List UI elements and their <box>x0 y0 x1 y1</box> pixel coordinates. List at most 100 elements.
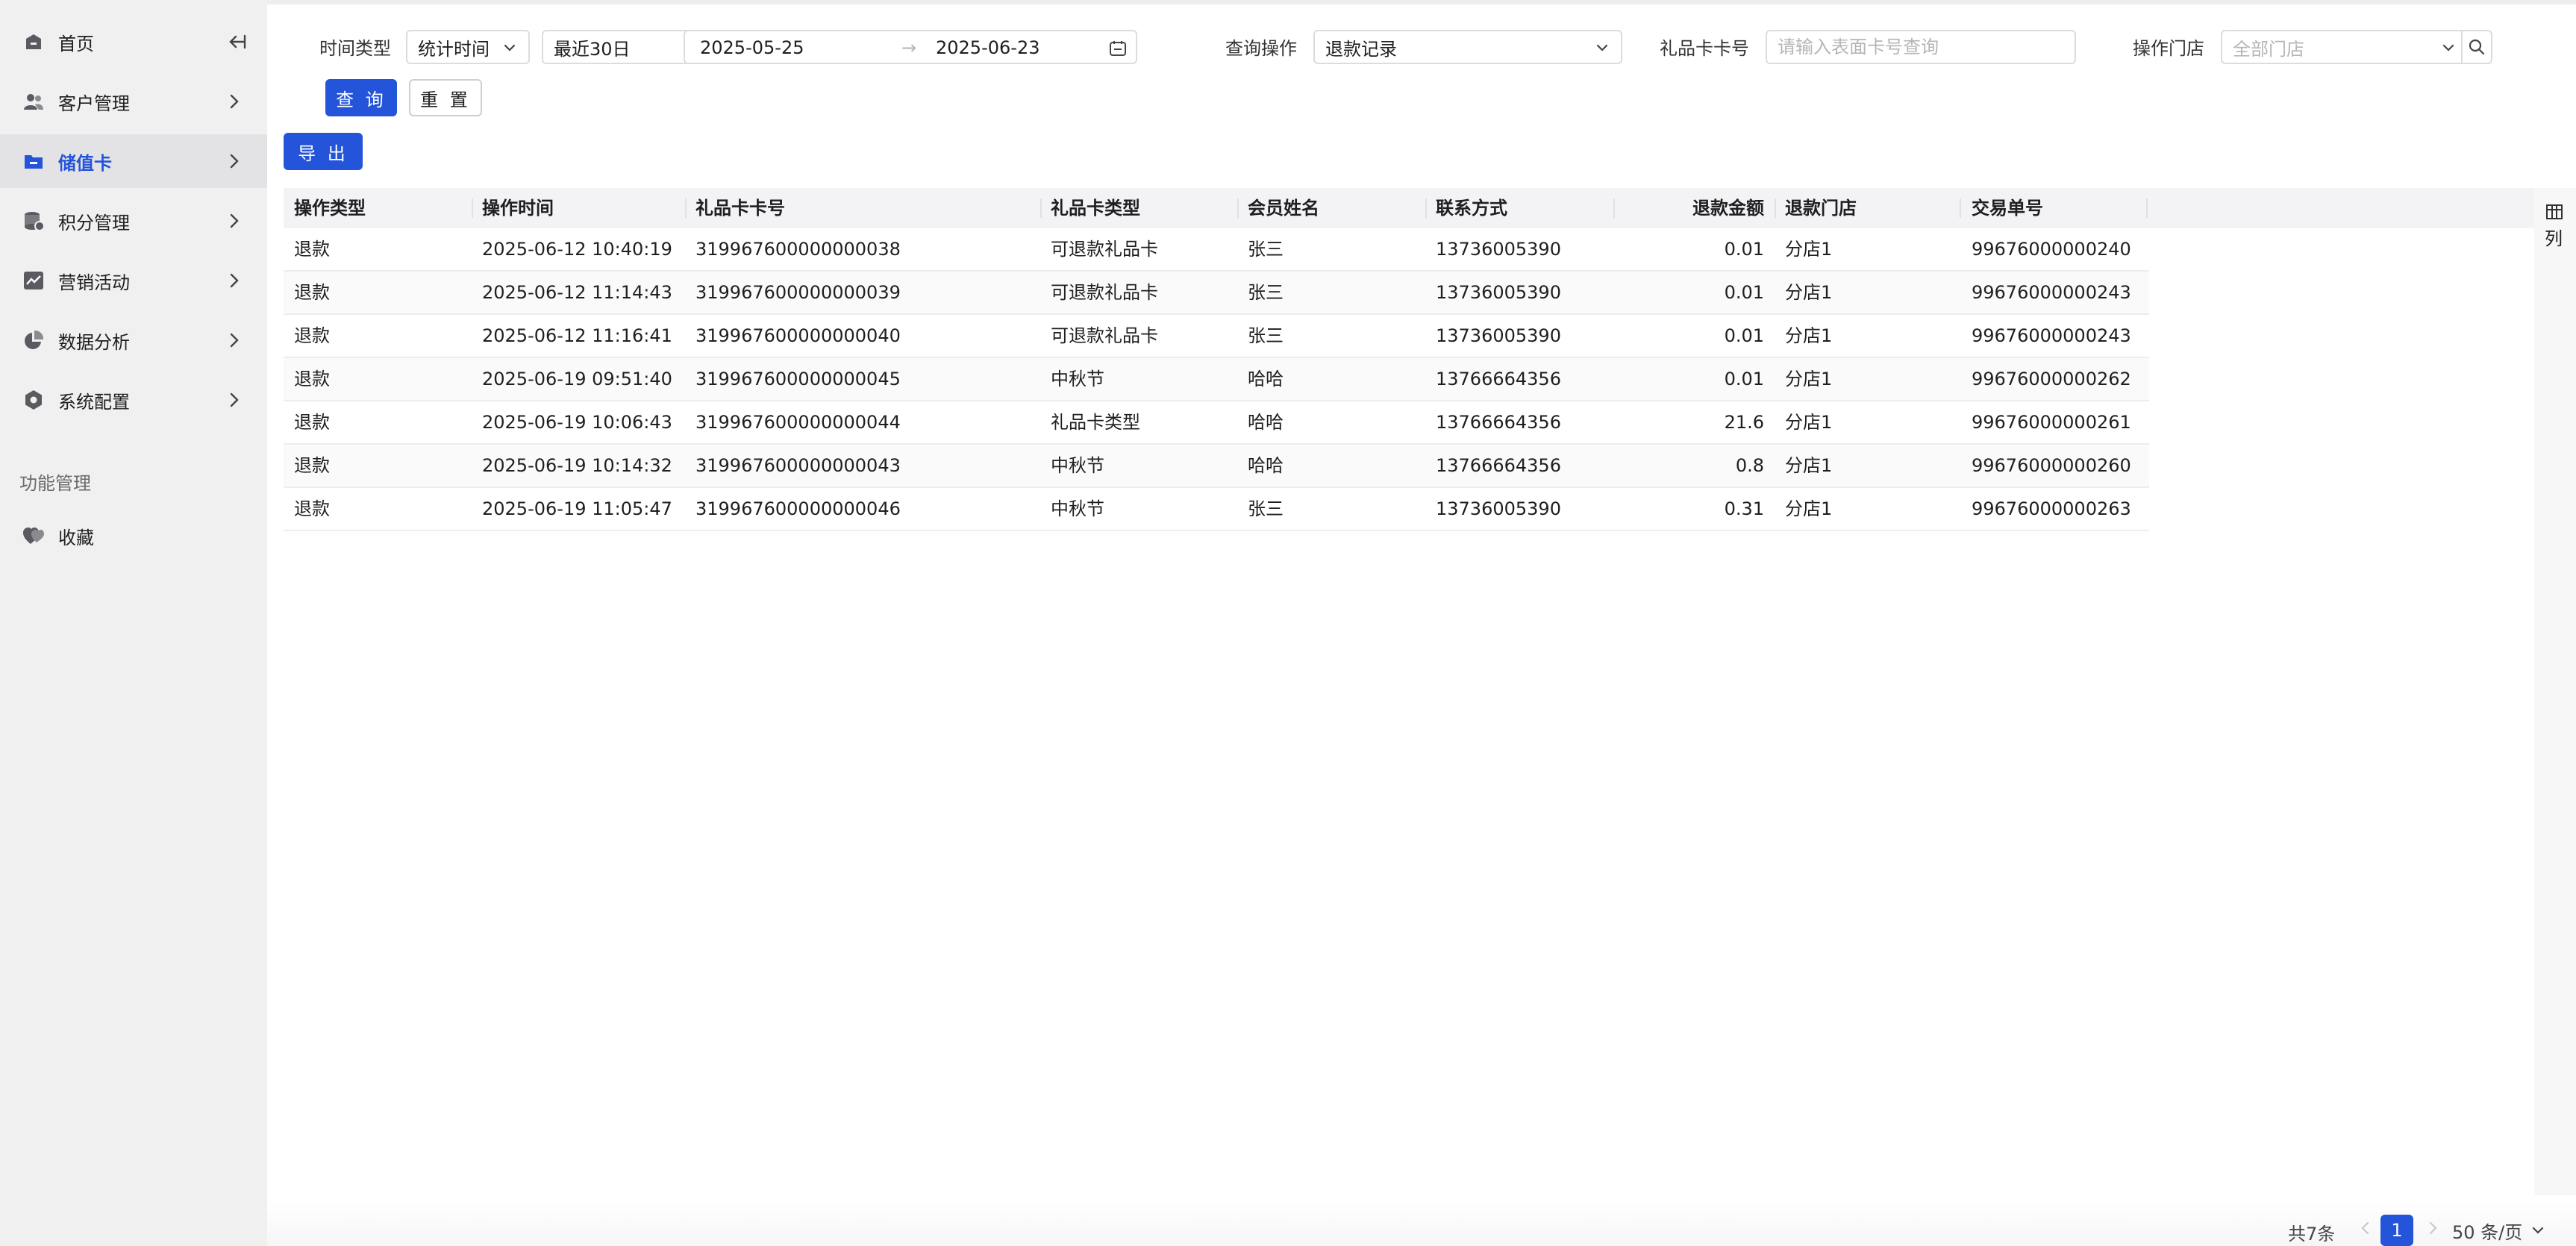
cell-contact: 13766664356 <box>1436 369 1561 389</box>
column-header-card-number: 礼品卡卡号 <box>695 198 785 219</box>
cell-card-type: 中秋节 <box>1051 455 1104 476</box>
page-1-button[interactable]: 1 <box>2380 1215 2413 1246</box>
column-header-member-name: 会员姓名 <box>1248 198 1319 219</box>
column-header-refund-amount: 退款金额 <box>1692 198 1764 219</box>
store-label: 操作门店 <box>2133 38 2204 59</box>
cell-card-type: 可退款礼品卡 <box>1051 239 1158 260</box>
column-header-operation-time: 操作时间 <box>482 198 554 219</box>
settings-icon <box>22 389 45 411</box>
cell-operation-type: 退款 <box>294 369 330 389</box>
date-end[interactable]: 2025-06-23 <box>936 37 1040 58</box>
reset-button[interactable]: 重 置 <box>409 79 482 116</box>
cell-refund-amount: 0.8 <box>1735 455 1764 476</box>
cell-transaction-no: 99676000000240 <box>1972 239 2131 260</box>
query-operation-label: 查询操作 <box>1225 38 1297 59</box>
top-divider <box>267 0 2576 4</box>
sidebar-item-points[interactable]: 积分管理 <box>0 194 267 248</box>
sidebar-item-label: 储值卡 <box>58 152 112 174</box>
cell-contact: 13736005390 <box>1436 325 1561 346</box>
column-settings-panel[interactable]: 列 <box>2534 188 2576 1195</box>
cell-member-name: 张三 <box>1248 239 1284 260</box>
table-row[interactable]: 退款 2025-06-12 11:14:43 319967600000000039 可… <box>284 272 2149 315</box>
cell-card-number: 319967600000000045 <box>695 369 901 389</box>
cell-operation-time: 2025-06-19 10:06:43 <box>482 412 672 433</box>
chevron-down-icon <box>501 40 518 56</box>
table-row[interactable]: 退款 2025-06-12 10:40:19 319967600000000038 可… <box>284 228 2149 272</box>
chevron-down-icon <box>2440 40 2457 56</box>
cell-operation-type: 退款 <box>294 498 330 519</box>
sidebar-item-analytics[interactable]: 数据分析 <box>0 313 267 367</box>
column-header-contact: 联系方式 <box>1436 198 1507 219</box>
calendar-icon[interactable] <box>1109 40 1127 62</box>
chevron-down-icon <box>2530 1222 2546 1239</box>
query-operation-select[interactable]: 退款记录 <box>1313 30 1622 64</box>
cell-card-type: 可退款礼品卡 <box>1051 282 1158 303</box>
cell-refund-store: 分店1 <box>1785 455 1833 476</box>
search-icon[interactable] <box>2461 31 2491 63</box>
card-icon <box>22 150 45 172</box>
cell-transaction-no: 99676000000263 <box>1972 498 2131 519</box>
sidebar-item-label: 积分管理 <box>58 212 130 234</box>
cell-refund-amount: 0.01 <box>1724 239 1764 260</box>
table-row[interactable]: 退款 2025-06-19 10:06:43 319967600000000044 礼… <box>284 401 2149 445</box>
table-header: 操作类型 操作时间 礼品卡卡号 礼品卡类型 会员姓名 联系方式 退款金额 退款门… <box>284 188 2566 228</box>
cell-member-name: 张三 <box>1248 498 1284 519</box>
card-number-input[interactable]: 请输入表面卡号查询 <box>1766 30 2076 64</box>
next-page-icon[interactable] <box>2424 1218 2442 1246</box>
store-select[interactable]: 全部门店 <box>2221 30 2492 64</box>
chevron-right-icon <box>224 270 245 291</box>
cell-transaction-no: 99676000000260 <box>1972 455 2131 476</box>
table-row[interactable]: 退款 2025-06-12 11:16:41 319967600000000040 可… <box>284 315 2149 358</box>
home-icon <box>22 31 45 53</box>
query-button[interactable]: 查 询 <box>325 79 397 116</box>
column-header-card-type: 礼品卡类型 <box>1051 198 1140 219</box>
column-header-transaction-no: 交易单号 <box>1972 198 2043 219</box>
cell-operation-time: 2025-06-12 11:14:43 <box>482 282 672 303</box>
cell-refund-amount: 0.31 <box>1724 498 1764 519</box>
cell-refund-store: 分店1 <box>1785 239 1833 260</box>
column-header-refund-store: 退款门店 <box>1785 198 1857 219</box>
page-size-select[interactable]: 50 条/页 <box>2452 1215 2546 1246</box>
prev-page-icon[interactable] <box>2357 1218 2375 1246</box>
cell-refund-amount: 0.01 <box>1724 282 1764 303</box>
column-divider <box>685 198 687 218</box>
cell-operation-time: 2025-06-19 11:05:47 <box>482 498 672 519</box>
time-type-select[interactable]: 统计时间 <box>406 30 530 64</box>
cell-contact: 13736005390 <box>1436 282 1561 303</box>
sidebar-item-stored-value-card[interactable]: 储值卡 <box>0 134 267 188</box>
columns-icon[interactable] <box>2546 204 2563 222</box>
cell-card-number: 319967600000000040 <box>695 325 901 346</box>
cell-contact: 13736005390 <box>1436 239 1561 260</box>
sidebar-item-marketing[interactable]: 营销活动 <box>0 254 267 307</box>
cell-refund-store: 分店1 <box>1785 369 1833 389</box>
cell-member-name: 张三 <box>1248 325 1284 346</box>
table-row[interactable]: 退款 2025-06-19 11:05:47 319967600000000046 中… <box>284 488 2149 531</box>
export-button[interactable]: 导 出 <box>284 133 363 170</box>
cell-operation-time: 2025-06-19 09:51:40 <box>482 369 672 389</box>
sidebar-item-favorites[interactable]: 收藏 <box>0 509 267 563</box>
main-content: 时间类型 统计时间 最近30日 2025-05-25 → 2025-06-23 … <box>267 0 2576 1246</box>
date-start[interactable]: 2025-05-25 <box>700 37 804 58</box>
card-number-placeholder: 请输入表面卡号查询 <box>1778 37 1939 57</box>
column-divider <box>1040 198 1042 218</box>
column-divider <box>1960 198 1961 218</box>
time-type-label: 时间类型 <box>319 38 391 59</box>
total-count: 共7条 <box>2288 1224 2336 1245</box>
table-row[interactable]: 退款 2025-06-19 09:51:40 319967600000000045 中… <box>284 358 2149 401</box>
column-settings-label[interactable]: 列 <box>2545 224 2563 250</box>
cell-refund-store: 分店1 <box>1785 498 1833 519</box>
table-row[interactable]: 退款 2025-06-19 10:14:32 319967600000000043 中… <box>284 445 2149 488</box>
sidebar-item-label: 首页 <box>58 33 94 54</box>
section-title-function-management: 功能管理 <box>19 473 91 494</box>
column-divider <box>1775 198 1776 218</box>
chevron-right-icon <box>224 151 245 172</box>
cell-member-name: 哈哈 <box>1248 369 1284 389</box>
sidebar-item-system-config[interactable]: 系统配置 <box>0 373 267 427</box>
cell-operation-time: 2025-06-19 10:14:32 <box>482 455 672 476</box>
sidebar-item-customers[interactable]: 客户管理 <box>0 75 267 128</box>
sidebar-item-home[interactable]: 首页 <box>0 15 267 69</box>
page-size-value: 50 条/页 <box>2452 1221 2523 1243</box>
date-range-inputs[interactable]: 2025-05-25 → 2025-06-23 <box>684 30 1137 64</box>
date-separator-arrow: → <box>901 37 917 58</box>
collapse-sidebar-icon[interactable] <box>225 30 249 54</box>
